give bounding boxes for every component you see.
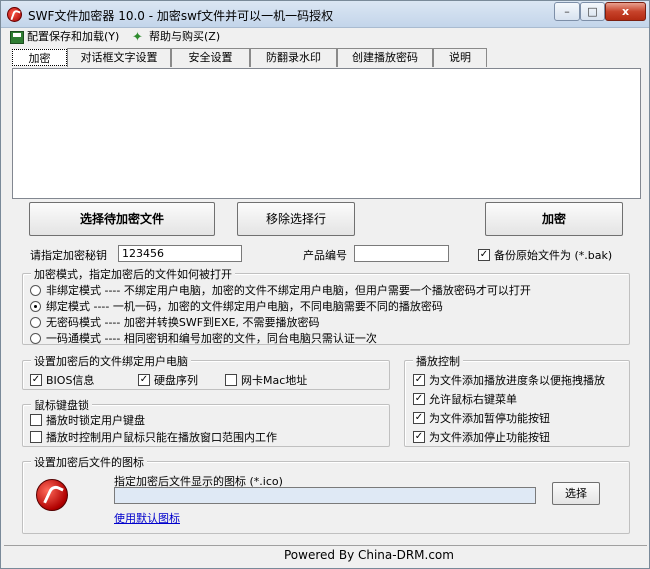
lock-mouse-label: 播放时控制用户鼠标只能在播放窗口范围内工作 [46, 431, 277, 444]
mouse-group-title: 鼠标键盘锁 [31, 397, 92, 413]
menu-bar: 配置保存和加载(Y) ✦ 帮助与购买(Z) [1, 28, 649, 46]
close-button[interactable]: x [605, 2, 646, 21]
play-progress-row[interactable]: ✓ 为文件添加播放进度条以便拖拽播放 [413, 372, 605, 388]
play-pause-row[interactable]: ✓ 为文件添加暂停功能按钮 [413, 410, 550, 426]
play-group-title: 播放控制 [413, 353, 463, 369]
title-bar: SWF文件加密器 10.0 - 加密swf文件并可以一机一码授权 – □ x [1, 1, 649, 28]
save-icon [10, 30, 24, 44]
play-stop-checkbox[interactable]: ✓ [413, 431, 425, 443]
file-list[interactable] [12, 68, 641, 199]
radio-onecode[interactable] [30, 332, 41, 344]
play-rightclick-row[interactable]: ✓ 允许鼠标右键菜单 [413, 391, 517, 407]
backup-checkbox-row[interactable]: ✓ 备份原始文件为 (*.bak) [478, 247, 612, 263]
bind-bios-label: BIOS信息 [46, 374, 95, 387]
key-label: 请指定加密秘钥 [30, 249, 107, 262]
bind-bios-row[interactable]: ✓ BIOS信息 [30, 372, 94, 388]
icon-path-input[interactable] [114, 487, 536, 504]
flash-app-icon [7, 7, 22, 22]
play-rightclick-checkbox[interactable]: ✓ [413, 393, 425, 405]
play-stop-label: 为文件添加停止功能按钮 [429, 431, 550, 444]
tab-security[interactable]: 安全设置 [171, 48, 250, 67]
bind-disk-checkbox[interactable]: ✓ [138, 374, 150, 386]
app-window: SWF文件加密器 10.0 - 加密swf文件并可以一机一码授权 – □ x 配… [0, 0, 650, 569]
play-stop-row[interactable]: ✓ 为文件添加停止功能按钮 [413, 429, 550, 445]
menu-config-label: 配置保存和加载(Y) [27, 30, 120, 43]
lock-keyboard-label: 播放时锁定用户键盘 [46, 414, 145, 427]
tab-watermark[interactable]: 防翻录水印 [250, 48, 337, 67]
mode-option-label: 一码通模式 ---- 相同密钥和编号加密的文件，同台电脑只需认证一次 [46, 332, 377, 345]
lock-keyboard-row[interactable]: 播放时锁定用户键盘 [30, 412, 145, 428]
menu-help[interactable]: ✦ 帮助与购买(Z) [132, 29, 220, 45]
menu-help-label: 帮助与购买(Z) [149, 30, 221, 43]
window-title: SWF文件加密器 10.0 - 加密swf文件并可以一机一码授权 [28, 9, 334, 23]
play-progress-checkbox[interactable]: ✓ [413, 374, 425, 386]
lock-mouse-row[interactable]: 播放时控制用户鼠标只能在播放窗口范围内工作 [30, 429, 277, 445]
encrypt-button[interactable]: 加密 [485, 202, 623, 236]
mode-option-onecode[interactable]: 一码通模式 ---- 相同密钥和编号加密的文件，同台电脑只需认证一次 [30, 330, 377, 346]
menu-config[interactable]: 配置保存和加载(Y) [10, 29, 119, 45]
mode-option-label: 无密码模式 ---- 加密并转换SWF到EXE, 不需要播放密码 [46, 316, 320, 329]
radio-unbound[interactable] [30, 284, 41, 296]
play-pause-checkbox[interactable]: ✓ [413, 412, 425, 424]
mode-option-nopassword[interactable]: 无密码模式 ---- 加密并转换SWF到EXE, 不需要播放密码 [30, 314, 319, 330]
play-rightclick-label: 允许鼠标右键菜单 [429, 393, 517, 406]
play-pause-label: 为文件添加暂停功能按钮 [429, 412, 550, 425]
remove-selected-button[interactable]: 移除选择行 [237, 202, 355, 236]
mode-group-title: 加密模式，指定加密后的文件如何被打开 [31, 266, 235, 282]
backup-checkbox[interactable]: ✓ [478, 249, 490, 261]
tab-encrypt[interactable]: 加密 [12, 49, 67, 66]
radio-nopassword[interactable] [30, 316, 41, 328]
status-text: Powered By China-DRM.com [284, 548, 454, 562]
select-files-button[interactable]: 选择待加密文件 [29, 202, 215, 236]
backup-label: 备份原始文件为 (*.bak) [494, 249, 613, 262]
lock-keyboard-checkbox[interactable] [30, 414, 42, 426]
tab-strip: 加密 对话框文字设置 安全设置 防翻录水印 创建播放密码 说明 [1, 48, 649, 68]
default-icon-link[interactable]: 使用默认图标 [114, 510, 180, 526]
status-bar: Powered By China-DRM.com [4, 545, 647, 566]
choose-icon-button[interactable]: 选择 [552, 482, 600, 505]
play-progress-label: 为文件添加播放进度条以便拖拽播放 [429, 374, 605, 387]
minimize-button[interactable]: – [554, 2, 580, 21]
flash-file-icon [36, 479, 68, 511]
bind-mac-checkbox[interactable] [225, 374, 237, 386]
tab-create-password[interactable]: 创建播放密码 [337, 48, 433, 67]
bind-disk-row[interactable]: ✓ 硬盘序列 [138, 372, 198, 388]
bind-mac-label: 网卡Mac地址 [241, 374, 308, 387]
bind-mac-row[interactable]: 网卡Mac地址 [225, 372, 307, 388]
mode-option-label: 绑定模式 ---- 一机一码，加密的文件绑定用户电脑，不同电脑需要不同的播放密码 [46, 300, 443, 313]
mode-option-bound[interactable]: 绑定模式 ---- 一机一码，加密的文件绑定用户电脑，不同电脑需要不同的播放密码 [30, 298, 443, 314]
lock-mouse-checkbox[interactable] [30, 431, 42, 443]
bind-disk-label: 硬盘序列 [154, 374, 198, 387]
bind-group-title: 设置加密后的文件绑定用户电脑 [31, 353, 191, 369]
mode-option-unbound[interactable]: 非绑定模式 ---- 不绑定用户电脑，加密的文件不绑定用户电脑，但用户需要一个播… [30, 282, 531, 298]
help-icon: ✦ [132, 29, 143, 45]
mode-option-label: 非绑定模式 ---- 不绑定用户电脑，加密的文件不绑定用户电脑，但用户需要一个播… [46, 284, 531, 297]
tab-help[interactable]: 说明 [433, 48, 487, 67]
key-input[interactable]: 123456 [118, 245, 242, 262]
icon-group-title: 设置加密后文件的图标 [31, 454, 147, 470]
radio-bound[interactable] [30, 300, 41, 312]
bind-bios-checkbox[interactable]: ✓ [30, 374, 42, 386]
maximize-button[interactable]: □ [580, 2, 605, 21]
product-input[interactable] [354, 245, 449, 262]
product-label: 产品编号 [303, 249, 347, 262]
tab-dialog-text[interactable]: 对话框文字设置 [67, 48, 171, 67]
